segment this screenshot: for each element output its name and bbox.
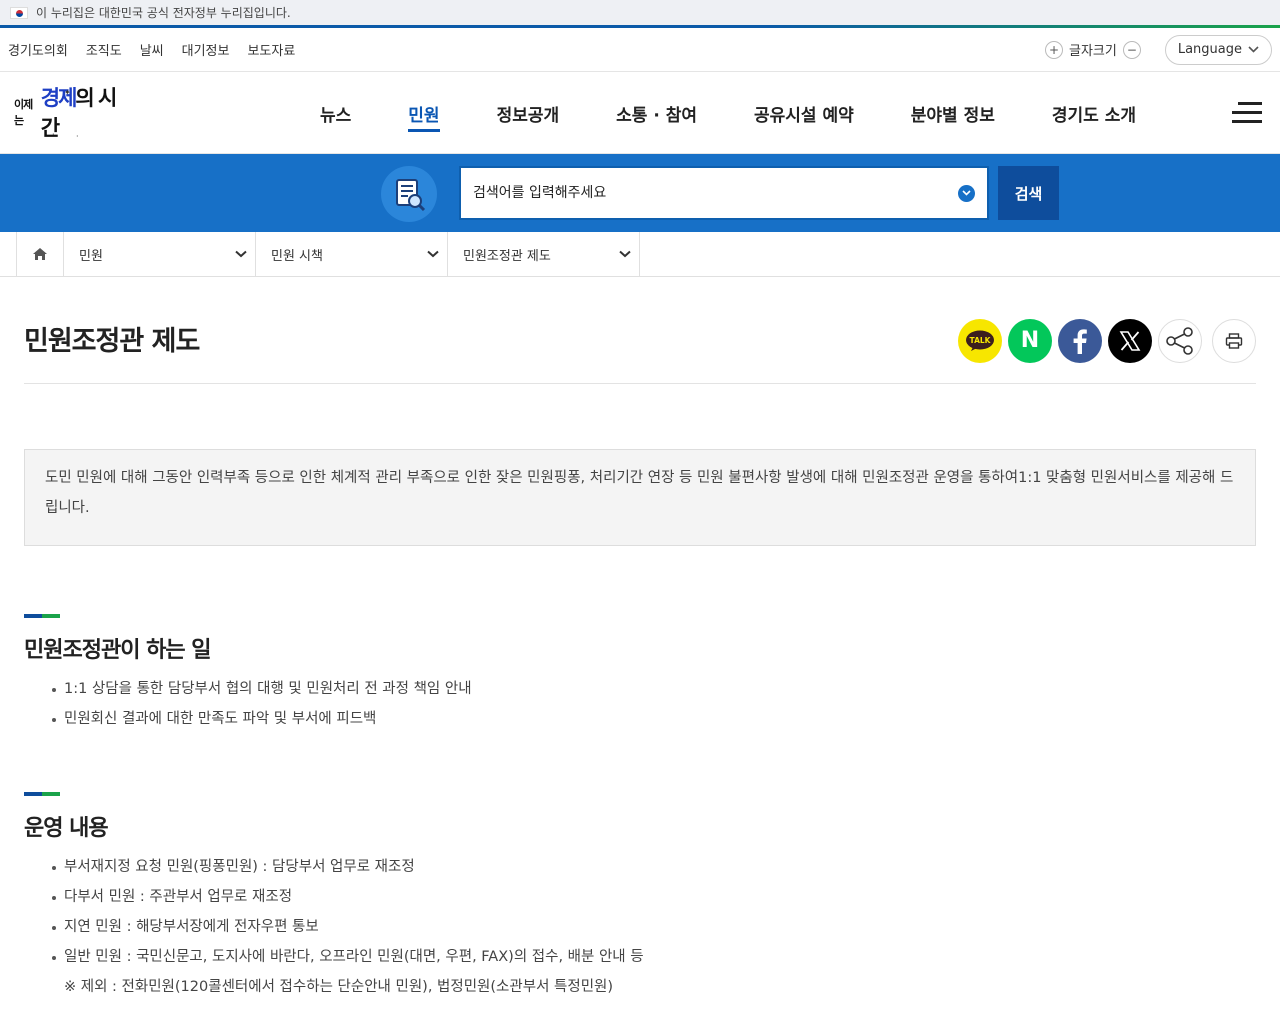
nav-participation[interactable]: 소통 · 참여	[616, 72, 697, 154]
korea-flag-icon	[10, 6, 28, 19]
print-icon[interactable]	[1212, 318, 1256, 363]
search-box	[459, 166, 989, 220]
gov-banner-text: 이 누리집은 대한민국 공식 전자정부 누리집입니다.	[36, 6, 291, 20]
intro-box: 도민 민원에 대해 그동안 인력부족 등으로 인한 체계적 관리 부족으로 인한…	[24, 449, 1256, 546]
kakao-talk-text: TALK	[970, 336, 992, 345]
logo-small-text: 이제는	[14, 98, 33, 127]
exclusion-note: ※ 제외 : 전화민원(120콜센터에서 접수하는 단순안내 민원), 법정민원…	[64, 979, 614, 995]
logo-star-icon: ✦	[64, 88, 71, 97]
chevron-down-icon	[427, 250, 439, 258]
share-buttons: TALK N	[958, 318, 1256, 363]
site-logo[interactable]: ✦ · · 이제는 경제의 시간	[14, 82, 124, 142]
logo-star-icon: ·	[76, 132, 79, 141]
section-title: 민원조정관이 하는 일	[24, 638, 211, 663]
section-list: 1:1 상담을 통한 담당부서 협의 대행 및 민원처리 전 과정 책임 안내 …	[24, 674, 1256, 734]
section-bar	[24, 614, 60, 618]
section-role: 민원조정관이 하는 일 1:1 상담을 통한 담당부서 협의 대행 및 민원처리…	[24, 614, 1256, 734]
site-header: ✦ · · 이제는 경제의 시간 뉴스 민원 정보공개 소통 · 참여 공유시설…	[0, 72, 1280, 154]
breadcrumb: 민원 민원 시책 민원조정관 제도	[0, 232, 1280, 277]
section-title: 운영 내용	[24, 816, 109, 841]
home-icon[interactable]	[16, 232, 64, 276]
breadcrumb-level-3[interactable]: 민원조정관 제도	[448, 232, 640, 276]
chevron-down-icon	[619, 250, 631, 258]
naver-share-letter: N	[1020, 328, 1040, 353]
chevron-down-icon	[235, 250, 247, 258]
font-decrease-icon[interactable]: −	[1122, 40, 1141, 59]
nav-facility-reservation[interactable]: 공유시설 예약	[754, 72, 854, 154]
main-nav: 뉴스 민원 정보공개 소통 · 참여 공유시설 예약 분야별 정보 경기도 소개	[320, 72, 1193, 154]
search-dropdown-icon[interactable]	[958, 184, 975, 202]
list-item: 다부서 민원 : 주관부서 업무로 재조정	[24, 882, 1256, 912]
breadcrumb-label: 민원	[79, 248, 103, 264]
gov-banner: 이 누리집은 대한민국 공식 전자정부 누리집입니다.	[0, 0, 1280, 25]
breadcrumb-level-2[interactable]: 민원 시책	[256, 232, 448, 276]
utility-bar: 경기도의회 조직도 날씨 대기정보 보도자료 + 글자크기 − Language	[0, 28, 1280, 72]
list-item: 1:1 상담을 통한 담당부서 협의 대행 및 민원처리 전 과정 책임 안내	[24, 674, 1256, 704]
main-content: 민원조정관 제도 TALK N 도민 민원에 대해 그동안 인력부족 등으로 인…	[24, 300, 1256, 1002]
share-icon[interactable]	[1158, 318, 1202, 363]
section-bar	[24, 792, 60, 796]
search-input[interactable]	[473, 185, 958, 201]
breadcrumb-label: 민원 시책	[271, 248, 323, 264]
menu-icon[interactable]	[1232, 102, 1262, 124]
language-label: Language	[1177, 42, 1242, 57]
section-operation: 운영 내용 부서재지정 요청 민원(핑퐁민원) : 담당부서 업무로 재조정 다…	[24, 792, 1256, 1002]
utility-right: + 글자크기 − Language	[1045, 34, 1272, 65]
search-document-icon	[381, 166, 437, 222]
nav-about-gyeonggi[interactable]: 경기도 소개	[1052, 72, 1136, 154]
section-list: 부서재지정 요청 민원(핑퐁민원) : 담당부서 업무로 재조정 다부서 민원 …	[24, 852, 1256, 972]
list-item: 일반 민원 : 국민신문고, 도지사에 바란다, 오프라인 민원(대면, 우편,…	[24, 942, 1256, 972]
language-button[interactable]: Language	[1164, 34, 1272, 65]
logo-star-icon: ·	[52, 130, 55, 139]
title-row: 민원조정관 제도 TALK N	[24, 300, 1256, 384]
util-link-weather[interactable]: 날씨	[140, 40, 164, 59]
breadcrumb-label: 민원조정관 제도	[463, 248, 551, 264]
search-band: 검색	[0, 154, 1280, 232]
search-button[interactable]: 검색	[998, 166, 1059, 220]
kakaotalk-share-icon[interactable]: TALK	[958, 318, 1002, 363]
page-title: 민원조정관 제도	[24, 326, 200, 357]
naver-share-icon[interactable]: N	[1008, 318, 1052, 363]
font-size-label: 글자크기	[1069, 44, 1117, 59]
list-item: 민원회신 결과에 대한 만족도 파악 및 부서에 피드백	[24, 704, 1256, 734]
font-increase-icon[interactable]: +	[1045, 40, 1063, 59]
font-size-control: + 글자크기 −	[1045, 40, 1141, 59]
util-link-air-quality[interactable]: 대기정보	[182, 40, 230, 59]
list-item: 부서재지정 요청 민원(핑퐁민원) : 담당부서 업무로 재조정	[24, 852, 1256, 882]
util-link-org-chart[interactable]: 조직도	[86, 40, 122, 59]
chevron-down-icon	[1248, 46, 1259, 53]
x-share-icon[interactable]	[1108, 318, 1152, 363]
nav-info-disclosure[interactable]: 정보공개	[497, 72, 560, 154]
utility-links: 경기도의회 조직도 날씨 대기정보 보도자료	[8, 40, 295, 59]
breadcrumb-level-1[interactable]: 민원	[64, 232, 256, 276]
nav-field-info[interactable]: 분야별 정보	[911, 72, 995, 154]
util-link-press[interactable]: 보도자료	[247, 40, 295, 59]
list-item: 지연 민원 : 해당부서장에게 전자우편 통보	[24, 912, 1256, 942]
util-link-council[interactable]: 경기도의회	[8, 40, 68, 59]
nav-civil-petition[interactable]: 민원	[408, 72, 440, 154]
facebook-share-icon[interactable]	[1058, 318, 1102, 363]
nav-news[interactable]: 뉴스	[320, 72, 351, 154]
